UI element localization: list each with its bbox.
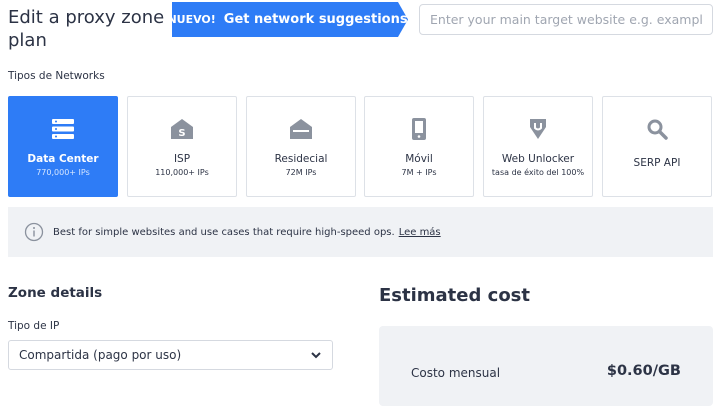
- isp-house-icon: S: [170, 117, 194, 141]
- monthly-cost-value: $0.60/GB: [606, 363, 681, 379]
- network-card-sub: tasa de éxito del 100%: [491, 168, 585, 177]
- ip-type-value: Compartida (pago por uso): [19, 348, 182, 362]
- network-card-sub: 7M + IPs: [401, 168, 437, 177]
- network-card-sub: 110,000+ IPs: [155, 168, 209, 177]
- network-card-name: Data Center: [27, 153, 99, 165]
- info-icon: [24, 222, 44, 242]
- cost-panel: Costo mensual $0.60/GB: [379, 326, 713, 406]
- page-title: Edit a proxy zone plan: [8, 7, 165, 51]
- chevron-down-icon: [311, 352, 321, 359]
- estimated-cost-heading: Estimated cost: [379, 285, 531, 306]
- network-card-sub: 72M IPs: [285, 168, 317, 177]
- info-text: Best for simple websites and use cases t…: [53, 226, 395, 238]
- network-card-name: ISP: [173, 153, 191, 165]
- network-card-serp-api[interactable]: SERP API: [602, 96, 712, 197]
- target-website-input[interactable]: [419, 4, 713, 35]
- network-card-name: Web Unlocker: [501, 153, 575, 165]
- read-more-link[interactable]: Lee más: [399, 227, 441, 238]
- get-network-suggestions-button[interactable]: ¡NUEVO! Get network suggestions: [162, 2, 408, 37]
- ip-type-select[interactable]: Compartida (pago por uso): [8, 340, 333, 370]
- network-card-residential[interactable]: Residecial 72M IPs: [246, 96, 356, 197]
- new-badge: ¡NUEVO!: [162, 13, 216, 26]
- ip-type-label: Tipo de IP: [8, 320, 60, 332]
- svg-text:S: S: [178, 128, 185, 139]
- network-card-sub: 770,000+ IPs: [36, 168, 90, 177]
- network-card-mobile[interactable]: Móvil 7M + IPs: [364, 96, 474, 197]
- house-icon: [289, 117, 313, 141]
- phone-icon: [411, 117, 427, 141]
- promo-label: Get network suggestions: [223, 12, 408, 27]
- network-info-banner: Best for simple websites and use cases t…: [8, 207, 713, 257]
- zone-details-heading: Zone details: [8, 285, 103, 301]
- unlock-shield-icon: [526, 117, 550, 141]
- search-icon: [646, 117, 668, 141]
- network-card-name: SERP API: [633, 157, 681, 169]
- monthly-cost-label: Costo mensual: [411, 366, 501, 380]
- server-icon: [51, 117, 75, 141]
- network-card-name: Móvil: [405, 153, 433, 165]
- network-card-web-unlocker[interactable]: Web Unlocker tasa de éxito del 100%: [483, 96, 593, 197]
- network-card-name: Residecial: [274, 153, 328, 165]
- network-types-label: Tipos de Networks: [8, 70, 105, 82]
- network-card-data-center[interactable]: Data Center 770,000+ IPs: [8, 96, 118, 197]
- network-card-isp[interactable]: S ISP 110,000+ IPs: [127, 96, 237, 197]
